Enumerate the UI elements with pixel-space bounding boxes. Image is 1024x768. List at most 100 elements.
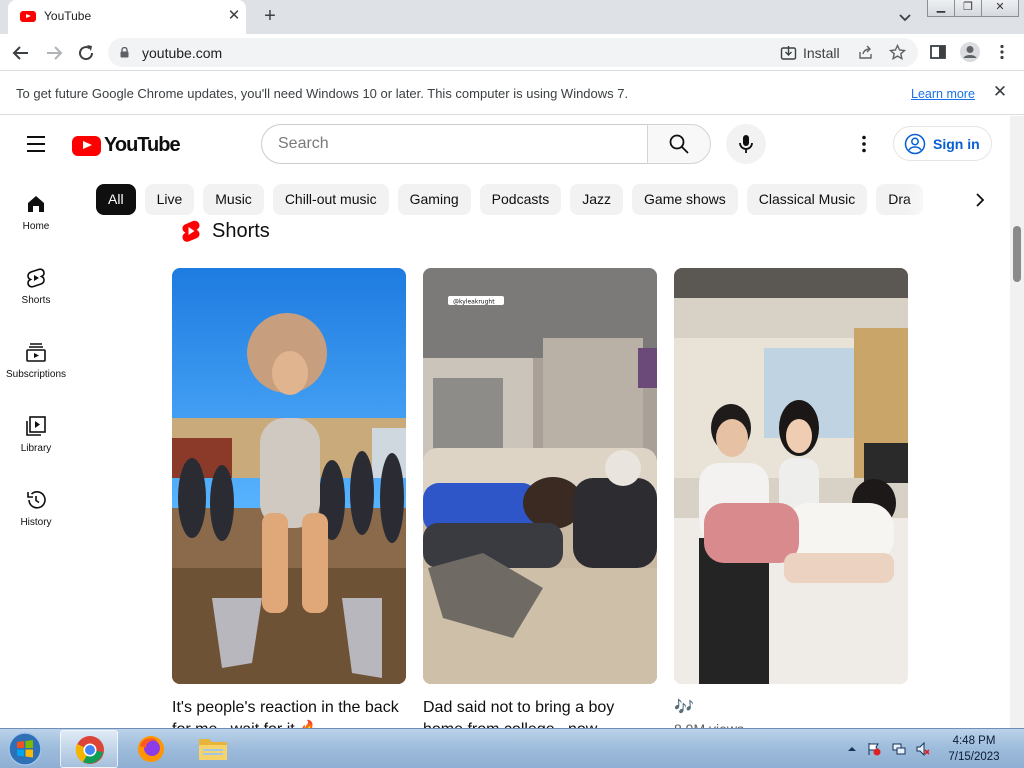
window-controls: ▁ ❐ ✕	[927, 0, 1019, 18]
settings-more-icon[interactable]	[852, 132, 876, 156]
reload-icon[interactable]	[74, 41, 98, 65]
short-overlay-handle: @kyleakrught	[453, 299, 495, 306]
logo-text: YouTube	[104, 134, 181, 156]
back-arrow-icon[interactable]	[9, 41, 33, 65]
short-title-3[interactable]: 🎶	[674, 697, 908, 719]
clock-date: 7/15/2023	[948, 751, 1000, 763]
voice-search-button[interactable]	[726, 124, 766, 164]
install-app-button[interactable]: Install	[780, 42, 840, 64]
profile-avatar-icon[interactable]	[959, 41, 981, 63]
minimize-button[interactable]: ▁	[927, 0, 955, 17]
windows-taskbar: 4:48 PM 7/15/2023	[0, 728, 1024, 768]
chip-gaming[interactable]: Gaming	[397, 184, 471, 215]
search-icon	[669, 134, 689, 154]
guide-label-shorts: Shorts	[21, 295, 51, 306]
short-thumbnail[interactable]	[172, 268, 406, 684]
install-icon	[780, 45, 797, 60]
taskbar-firefox[interactable]	[122, 730, 180, 768]
install-label: Install	[803, 45, 840, 61]
volume-muted-icon[interactable]	[916, 742, 930, 756]
search-placeholder: Search	[278, 135, 329, 152]
browser-tabstrip: YouTube ✕ + ▁ ❐ ✕	[0, 0, 1024, 34]
page-scrollbar[interactable]	[1010, 116, 1024, 728]
chip-chill-out-music[interactable]: Chill-out music	[272, 184, 389, 215]
action-center-flag-icon[interactable]	[867, 742, 881, 756]
browser-tab[interactable]: YouTube ✕	[8, 0, 246, 34]
subscriptions-icon	[26, 343, 46, 362]
address-bar[interactable]: youtube.com Install	[108, 38, 918, 67]
lock-icon[interactable]	[120, 47, 129, 58]
history-icon	[27, 491, 46, 509]
show-hidden-icons-icon[interactable]	[845, 742, 859, 756]
chip-music[interactable]: Music	[203, 184, 264, 215]
tab-search-chevron-icon[interactable]	[896, 8, 914, 26]
library-icon	[26, 416, 46, 436]
youtube-header: YouTube Search Sign in	[0, 116, 1014, 172]
system-clock[interactable]: 4:48 PM 7/15/2023	[940, 733, 1008, 765]
firefox-icon	[138, 736, 164, 762]
side-panel-icon[interactable]	[929, 43, 947, 61]
chips-fade	[905, 184, 965, 216]
account-circle-icon	[904, 133, 926, 154]
window-close-button[interactable]: ✕	[981, 0, 1019, 17]
shorts-shelf-title: Shorts	[212, 219, 270, 242]
guide-label-library: Library	[20, 443, 52, 454]
share-icon[interactable]	[857, 44, 874, 61]
hamburger-menu-icon[interactable]	[24, 134, 48, 154]
taskbar-chrome[interactable]	[60, 730, 118, 768]
scrollbar-thumb[interactable]	[1013, 226, 1021, 282]
youtube-play-logo-icon	[72, 135, 101, 156]
short-thumbnail-image-3	[674, 268, 908, 684]
sign-in-button[interactable]: Sign in	[893, 126, 992, 161]
youtube-logo[interactable]: YouTube	[72, 134, 181, 157]
clock-time: 4:48 PM	[952, 735, 996, 747]
youtube-favicon-icon	[20, 11, 36, 22]
restore-button[interactable]: ❐	[954, 0, 982, 17]
guide-item-shorts[interactable]: Shorts	[0, 266, 72, 326]
sign-in-label: Sign in	[933, 135, 980, 152]
browser-toolbar: youtube.com Install	[0, 34, 1024, 71]
start-button-icon[interactable]	[4, 731, 46, 767]
bookmark-star-icon[interactable]	[889, 44, 906, 61]
forward-arrow-icon[interactable]	[42, 41, 66, 65]
taskbar-file-explorer[interactable]	[184, 730, 242, 768]
short-thumbnail-image-2: @kyleakrught	[423, 268, 657, 684]
search-button[interactable]	[647, 124, 711, 164]
chrome-icon	[75, 736, 104, 764]
chip-live[interactable]: Live	[144, 184, 195, 215]
infobar-close-icon[interactable]: ✕	[990, 82, 1010, 102]
short-thumbnail[interactable]: @kyleakrught	[423, 268, 657, 684]
guide-label-history: History	[20, 517, 52, 528]
folder-icon	[199, 739, 227, 760]
chip-jazz[interactable]: Jazz	[570, 184, 624, 215]
filter-chip-bar: All Live Music Chill-out music Gaming Podcast…	[96, 184, 972, 216]
home-icon	[28, 196, 44, 212]
chrome-menu-icon[interactable]	[993, 43, 1011, 61]
url-text[interactable]: youtube.com	[142, 45, 222, 61]
guide-label-subscriptions: Subscriptions	[5, 369, 67, 380]
guide-item-subscriptions[interactable]: Subscriptions	[0, 340, 72, 400]
chrome-update-infobar: To get future Google Chrome updates, you…	[0, 71, 1024, 115]
tab-title: YouTube	[44, 9, 92, 23]
shorts-shelf-header: Shorts	[180, 218, 270, 244]
network-icon[interactable]	[892, 742, 906, 756]
microphone-icon	[739, 135, 753, 153]
search-input[interactable]: Search	[261, 124, 648, 164]
chip-all[interactable]: All	[96, 184, 136, 215]
infobar-message: To get future Google Chrome updates, you…	[16, 86, 629, 101]
chip-classical-music[interactable]: Classical Music	[746, 184, 868, 215]
guide-item-history[interactable]: History	[0, 488, 72, 548]
guide-item-home[interactable]: Home	[0, 192, 72, 252]
chip-podcasts[interactable]: Podcasts	[479, 184, 562, 215]
guide-label-home: Home	[22, 221, 50, 232]
short-thumbnail[interactable]	[674, 268, 908, 684]
chip-game-shows[interactable]: Game shows	[632, 184, 738, 215]
learn-more-link[interactable]: Learn more	[911, 87, 975, 101]
chevron-right-icon[interactable]	[966, 186, 994, 214]
new-tab-button[interactable]: +	[258, 5, 282, 29]
shorts-icon	[27, 268, 45, 288]
guide-item-library[interactable]: Library	[0, 414, 72, 474]
tab-close-icon[interactable]: ✕	[224, 6, 244, 26]
short-thumbnail-image-1	[172, 268, 406, 684]
shorts-logo-icon	[182, 220, 200, 242]
